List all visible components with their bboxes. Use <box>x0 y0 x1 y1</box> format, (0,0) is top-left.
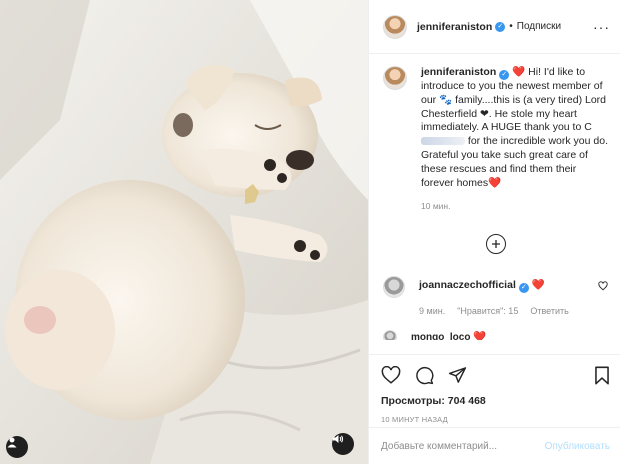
comment-time[interactable]: 9 мин. <box>419 306 445 316</box>
commenter-avatar[interactable] <box>383 276 405 299</box>
commenter-avatar[interactable] <box>383 330 397 341</box>
commenter-username[interactable]: mongo_loco <box>411 332 470 340</box>
commenter-username[interactable]: joannaczechofficial <box>419 279 516 291</box>
comments-section[interactable]: jenniferaniston ✓ ❤️ Hi! I'd like to intr… <box>369 54 620 354</box>
caption-body: jenniferaniston ✓ ❤️ Hi! I'd like to intr… <box>421 66 608 214</box>
tagged-people-button[interactable] <box>6 436 28 458</box>
action-icons-row <box>381 363 610 387</box>
more-dots-icon[interactable]: ··· <box>593 19 610 35</box>
post-caption: jenniferaniston ✓ ❤️ Hi! I'd like to intr… <box>383 66 608 214</box>
comment-item: mongo_loco ❤️ <box>383 330 608 341</box>
comment-likes[interactable]: "Нравится": 15 <box>457 306 518 316</box>
comment-item: joannaczechofficial ✓ ❤️ 9 мин. "Нравится… <box>383 276 608 316</box>
load-more-comments-button[interactable] <box>485 234 506 255</box>
comment-body: mongo_loco ❤️ <box>411 330 486 340</box>
verified-badge-icon: ✓ <box>499 70 510 80</box>
views-count[interactable]: Просмотры: 704 468 <box>381 395 610 407</box>
comment-like-heart-icon[interactable] <box>598 281 608 294</box>
like-heart-icon[interactable] <box>381 366 401 384</box>
reply-button[interactable]: Ответить <box>530 306 568 316</box>
comment-text: ❤️ <box>473 331 487 341</box>
plus-icon <box>491 240 500 249</box>
comment-input[interactable] <box>381 440 545 452</box>
instagram-post: jenniferaniston ✓ • Подписки ··· jennife… <box>0 0 620 464</box>
author-avatar[interactable] <box>383 14 407 39</box>
share-paper-plane-icon[interactable] <box>448 366 467 384</box>
author-username[interactable]: jenniferaniston <box>417 21 492 33</box>
comment-body: joannaczechofficial ✓ ❤️ 9 мин. "Нравится… <box>419 278 569 316</box>
caption-username[interactable]: jenniferaniston <box>421 66 496 78</box>
publish-button[interactable]: Опубликовать <box>545 441 610 452</box>
save-bookmark-icon[interactable] <box>594 366 610 385</box>
caption-time[interactable]: 10 мин. <box>421 200 608 214</box>
speaker-icon <box>333 435 344 443</box>
sound-toggle-button[interactable] <box>332 433 354 455</box>
comment-bubble-icon[interactable] <box>415 366 434 385</box>
caption-author-avatar[interactable] <box>383 66 407 90</box>
obscured-mention <box>421 137 465 146</box>
add-comment-bar: Опубликовать <box>369 427 620 464</box>
caption-mention[interactable]: C <box>584 121 592 133</box>
header-separator: • <box>509 21 513 32</box>
post-video[interactable] <box>0 0 368 464</box>
verified-badge-icon: ✓ <box>495 21 506 32</box>
comment-meta: 9 мин. "Нравится": 15 Ответить <box>419 306 569 316</box>
person-icon <box>7 437 17 448</box>
puppy-photo <box>0 0 368 464</box>
comment-text: ❤️ <box>531 279 545 292</box>
following-button[interactable]: Подписки <box>517 21 561 32</box>
post-timestamp[interactable]: 10 МИНУТ НАЗАД <box>381 415 610 424</box>
post-side-panel: jenniferaniston ✓ • Подписки ··· jennife… <box>368 0 620 464</box>
post-header: jenniferaniston ✓ • Подписки ··· <box>369 0 620 54</box>
verified-badge-icon: ✓ <box>518 283 529 294</box>
